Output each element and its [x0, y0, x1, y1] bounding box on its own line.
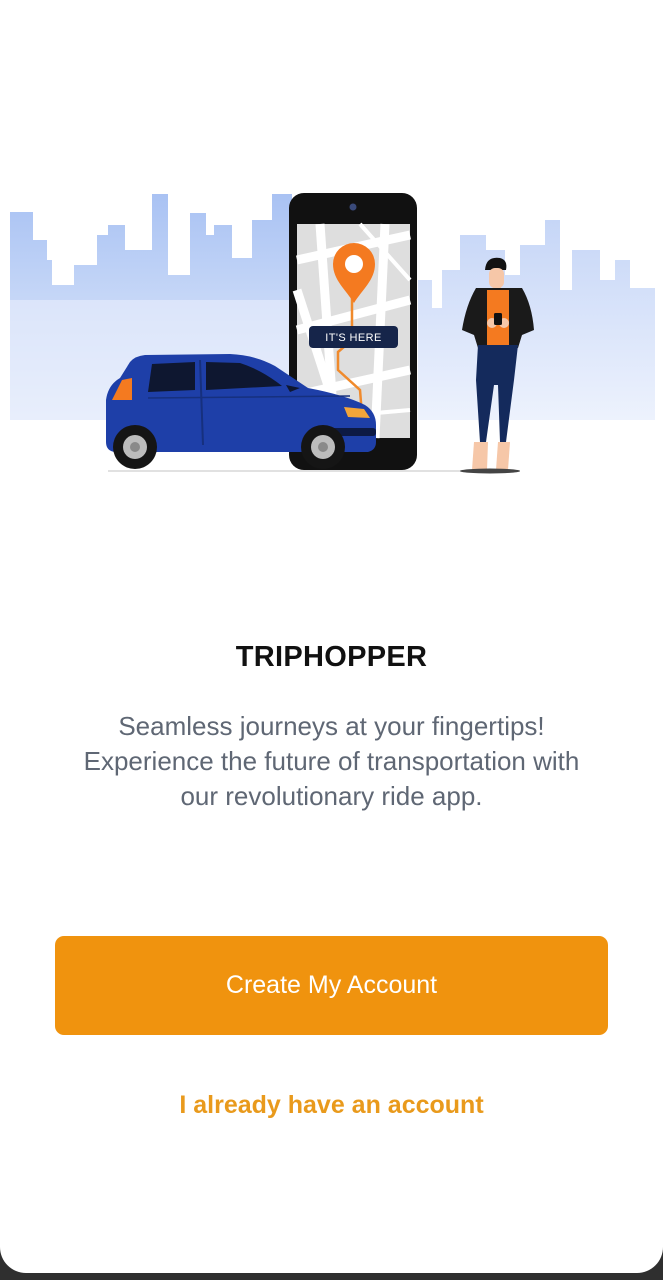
- tagline-line: Seamless journeys at your fingertips!: [118, 711, 545, 741]
- pin-label-text: IT'S HERE: [325, 332, 381, 344]
- onboarding-screen: IT'S HERE TRIPHOPPER Seamless journeys a…: [0, 0, 663, 1273]
- create-account-button[interactable]: Create My Account: [55, 936, 608, 1035]
- tagline-line: Experience the future of transportation …: [83, 746, 580, 776]
- hero-illustration: IT'S HERE: [0, 180, 663, 480]
- app-title: TRIPHOPPER: [235, 641, 428, 673]
- tagline-line: our revolutionary ride app.: [180, 781, 483, 811]
- hero-illustration-svg: IT'S HERE: [10, 193, 655, 474]
- pin-label-badge: IT'S HERE: [309, 326, 398, 348]
- city-skyline-right: [418, 220, 655, 420]
- tagline: Seamless journeys at your fingertips! Ex…: [40, 709, 623, 814]
- login-link[interactable]: I already have an account: [0, 1091, 663, 1120]
